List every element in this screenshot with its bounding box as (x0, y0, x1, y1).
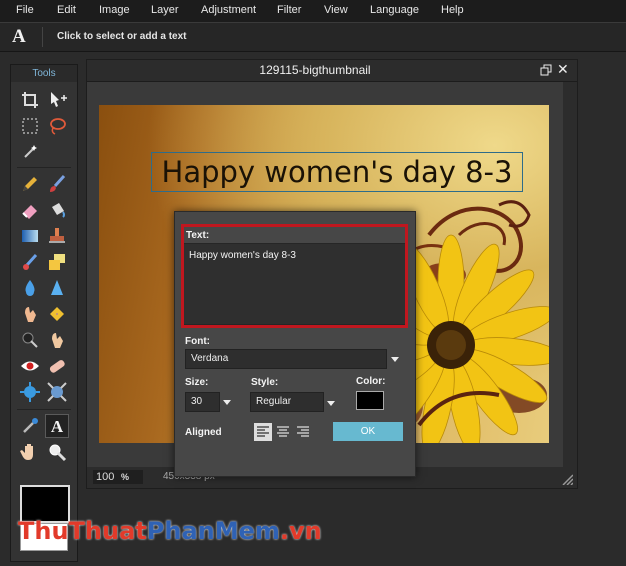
resize-grip-icon[interactable] (561, 472, 574, 486)
brush-tool-icon[interactable] (46, 173, 68, 195)
align-right-icon[interactable] (294, 423, 312, 441)
color-picker-tool-icon[interactable] (19, 415, 41, 437)
menu-view[interactable]: View (324, 4, 348, 16)
gradient-tool-icon[interactable] (19, 225, 41, 247)
ok-button[interactable]: OK (333, 422, 403, 441)
highlight-annotation (181, 224, 408, 328)
marquee-tool-icon[interactable] (19, 115, 41, 137)
text-tool-icon: A (12, 26, 26, 47)
lasso-tool-icon[interactable] (46, 115, 68, 137)
zoom-value: 100 (96, 471, 115, 483)
eraser-tool-icon[interactable] (19, 199, 41, 221)
font-label: Font: (185, 336, 210, 347)
menu-adjustment[interactable]: Adjustment (201, 4, 256, 16)
style-select[interactable]: Regular (250, 392, 324, 412)
type-tool-icon[interactable]: A (45, 414, 69, 438)
chevron-down-icon[interactable] (391, 357, 399, 362)
menu-help[interactable]: Help (441, 4, 464, 16)
canvas-text-layer[interactable]: Happy women's day 8-3 (151, 152, 523, 192)
menu-image[interactable]: Image (99, 4, 130, 16)
picture-tool-icon[interactable] (46, 251, 68, 273)
menu-filter[interactable]: Filter (277, 4, 301, 16)
color-replace-tool-icon[interactable] (19, 251, 41, 273)
pinch-tool-icon[interactable] (46, 381, 68, 403)
hand-tool-icon[interactable] (19, 441, 41, 463)
red-eye-tool-icon[interactable] (19, 355, 41, 377)
magic-wand-tool-icon[interactable] (19, 141, 41, 163)
dodge-tool-icon[interactable] (46, 329, 68, 351)
menu-layer[interactable]: Layer (151, 4, 179, 16)
style-label: Style: (251, 377, 279, 388)
text-dialog: Text: Happy women's day 8-3 Font: Verdan… (174, 211, 416, 477)
menu-bar: File Edit Image Layer Adjustment Filter … (0, 0, 626, 22)
sponge-tool-icon[interactable] (46, 303, 68, 325)
sharpen-tool-icon[interactable] (46, 277, 68, 299)
size-label: Size: (185, 377, 209, 388)
svg-text:A: A (51, 417, 64, 436)
size-select-value: 30 (191, 396, 203, 407)
tools-separator (17, 167, 71, 168)
chevron-down-icon[interactable] (223, 400, 231, 405)
pencil-tool-icon[interactable] (19, 173, 41, 195)
tools-panel: Tools A (10, 64, 78, 562)
chevron-down-icon[interactable] (327, 401, 335, 406)
font-select[interactable]: Verdana (185, 349, 387, 369)
clone-stamp-tool-icon[interactable] (46, 225, 68, 247)
tools-panel-title: Tools (11, 65, 77, 82)
watermark-logo: ThuThuatPhanMem.vn (18, 517, 322, 545)
watermark-part: .vn (279, 517, 322, 545)
spot-heal-tool-icon[interactable] (46, 355, 68, 377)
move-tool-icon[interactable] (46, 89, 68, 111)
blur-tool-icon[interactable] (19, 277, 41, 299)
text-color-swatch[interactable] (356, 391, 384, 410)
align-center-icon[interactable] (274, 423, 292, 441)
zoom-unit: % (121, 472, 130, 482)
document-title: 129115-bigthumbnail (259, 63, 371, 77)
options-hint: Click to select or add a text (57, 31, 187, 42)
size-select[interactable]: 30 (185, 392, 220, 412)
document-titlebar: 129115-bigthumbnail ✕ (87, 60, 577, 82)
menu-file[interactable]: File (16, 4, 34, 16)
smudge-tool-icon[interactable] (19, 303, 41, 325)
tool-options-bar: A Click to select or add a text (0, 22, 626, 52)
menu-edit[interactable]: Edit (57, 4, 76, 16)
aligned-label: Aligned (185, 427, 222, 438)
crop-tool-icon[interactable] (19, 89, 41, 111)
menu-language[interactable]: Language (370, 4, 419, 16)
watermark-part: ThuThuat (18, 517, 147, 545)
tools-separator (17, 409, 71, 410)
zoom-tool-icon[interactable] (46, 441, 68, 463)
font-select-value: Verdana (191, 353, 229, 364)
color-label: Color: (356, 376, 386, 387)
vertical-scrollbar[interactable] (563, 82, 577, 467)
zoom-input[interactable]: 100 % (93, 470, 143, 484)
close-icon[interactable]: ✕ (557, 61, 569, 78)
canvas-text: Happy women's day 8-3 (161, 155, 513, 189)
paint-bucket-tool-icon[interactable] (46, 199, 68, 221)
align-left-icon[interactable] (254, 423, 272, 441)
alignment-buttons (254, 423, 312, 441)
burn-tool-icon[interactable] (19, 329, 41, 351)
watermark-part: PhanMem (146, 517, 280, 545)
bloat-tool-icon[interactable] (19, 381, 41, 403)
restore-icon[interactable] (539, 63, 553, 77)
options-divider (42, 27, 43, 47)
style-select-value: Regular (256, 396, 292, 407)
